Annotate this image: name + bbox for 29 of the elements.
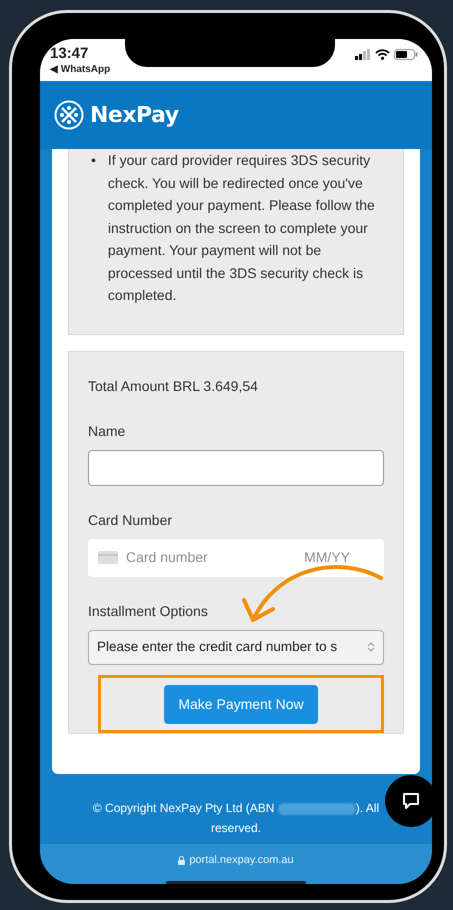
signal-icon — [355, 49, 371, 60]
chat-button[interactable] — [385, 775, 432, 827]
total-amount: Total Amount BRL 3.649,54 — [88, 377, 259, 396]
field-label: Installment Options — [88, 602, 209, 621]
brand-name: NexPay — [90, 102, 179, 130]
lock-icon — [178, 856, 186, 865]
url-text[interactable]: portal.nexpay.com.au — [189, 852, 294, 868]
copyright-text: ). All — [356, 801, 380, 815]
back-to-app-link[interactable]: ◀ WhatsApp — [50, 62, 110, 77]
status-time: 13:47 — [50, 45, 90, 62]
card-icon — [98, 551, 118, 564]
select-value: Please enter the credit card number to s — [97, 638, 338, 656]
wifi-icon — [375, 49, 390, 60]
chat-bubble-icon — [401, 791, 421, 811]
battery-icon — [394, 49, 418, 60]
card-input[interactable]: Card number MM/YY — [88, 538, 384, 577]
make-payment-button[interactable]: Make Payment Now — [164, 684, 318, 724]
name-input[interactable] — [88, 450, 384, 486]
logo-icon — [54, 100, 84, 130]
field-label: Card Number — [88, 510, 174, 530]
field-label: Name — [88, 422, 126, 441]
card-number-placeholder: Card number — [126, 548, 209, 568]
expiry-placeholder: MM/YY — [304, 548, 350, 568]
bullet-mark: • — [91, 151, 96, 170]
notice-text: If your card provider requires 3DS security check. You will be redirected once you've completed your payment. Please follow the instruction on the screen to complete your payment. Your payment will not be processed until the 3DS security check is completed. — [108, 151, 376, 305]
chevron-icon — [367, 641, 375, 654]
installment-select[interactable]: Please enter the credit card number to s — [88, 630, 384, 666]
copyright-text: reserved. — [210, 821, 262, 835]
copyright-text: © Copyright NexPay Pty Ltd (ABN — [92, 801, 274, 815]
